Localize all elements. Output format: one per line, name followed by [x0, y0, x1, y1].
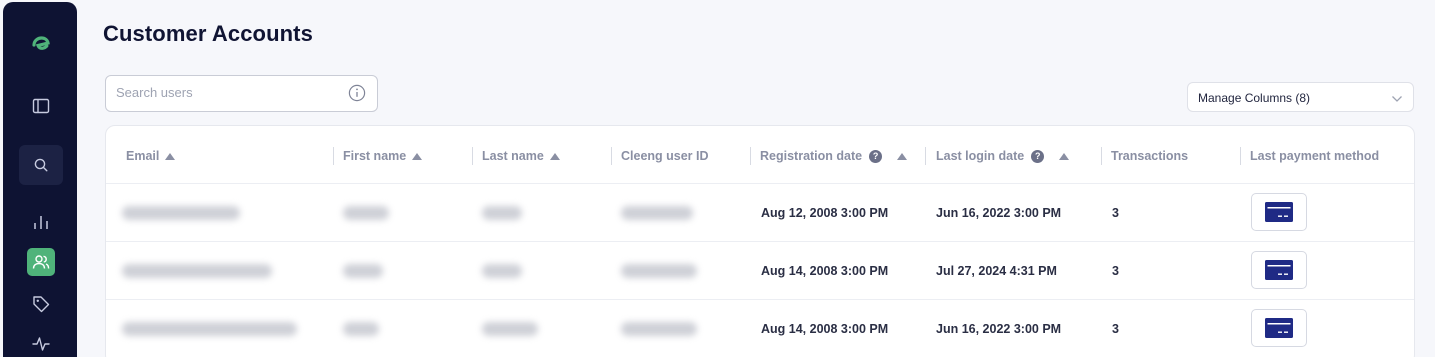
- redacted-last-name: [482, 264, 522, 278]
- help-icon[interactable]: ?: [1031, 149, 1045, 163]
- credit-card-icon: [1265, 202, 1293, 222]
- page-title: Customer Accounts: [103, 21, 313, 46]
- column-divider: [1101, 147, 1102, 165]
- column-header-registration-date[interactable]: Registration date?: [760, 149, 908, 163]
- search-input[interactable]: [116, 85, 341, 100]
- sort-asc-icon[interactable]: [165, 152, 176, 160]
- sort-asc-icon[interactable]: [412, 152, 423, 160]
- column-divider: [472, 147, 473, 165]
- column-header-transactions: Transactions: [1111, 149, 1189, 163]
- last-login-date-cell: Jun 16, 2022 3:00 PM: [936, 206, 1062, 220]
- row-divider: [106, 299, 1414, 300]
- sort-asc-icon[interactable]: [549, 152, 560, 160]
- chevron-down-icon: [1391, 92, 1403, 110]
- column-header-last-payment-method: Last payment method: [1250, 149, 1380, 163]
- sidebar: [3, 2, 77, 357]
- credit-card-icon: [1265, 260, 1293, 280]
- info-icon[interactable]: [348, 84, 366, 107]
- users-icon[interactable]: [27, 248, 55, 276]
- redacted-user-id: [621, 206, 693, 220]
- last-login-date-cell: Jun 16, 2022 3:00 PM: [936, 322, 1062, 336]
- help-icon[interactable]: ?: [869, 149, 883, 163]
- transactions-cell: 3: [1112, 322, 1119, 336]
- column-divider: [1240, 147, 1241, 165]
- redacted-last-name: [482, 322, 538, 336]
- registration-date-cell: Aug 14, 2008 3:00 PM: [761, 264, 889, 278]
- redacted-user-id: [621, 264, 697, 278]
- credit-card-icon: [1265, 318, 1293, 338]
- redacted-email: [122, 206, 240, 220]
- column-header-first-name[interactable]: First name: [343, 149, 423, 163]
- sort-asc-icon[interactable]: [1059, 152, 1070, 160]
- panel-icon[interactable]: [19, 86, 63, 126]
- header-divider: [106, 183, 1414, 184]
- redacted-user-id: [621, 322, 697, 336]
- last-login-date-cell: Jul 27, 2024 4:31 PM: [936, 264, 1057, 278]
- transactions-cell: 3: [1112, 206, 1119, 220]
- activity-icon[interactable]: [19, 324, 63, 357]
- payment-method-button[interactable]: [1251, 251, 1307, 289]
- registration-date-cell: Aug 12, 2008 3:00 PM: [761, 206, 889, 220]
- bar-chart-icon[interactable]: [19, 202, 63, 242]
- column-header-last-name[interactable]: Last name: [482, 149, 560, 163]
- redacted-email: [122, 264, 272, 278]
- search-box: [105, 75, 378, 112]
- column-divider: [611, 147, 612, 165]
- logo-icon[interactable]: [19, 24, 63, 64]
- payment-method-button[interactable]: [1251, 193, 1307, 231]
- redacted-first-name: [343, 264, 383, 278]
- column-header-cleeng-user-id: Cleeng user ID: [621, 149, 709, 163]
- manage-columns-label: Manage Columns (8): [1198, 91, 1311, 105]
- tag-icon[interactable]: [19, 284, 63, 324]
- column-divider: [750, 147, 751, 165]
- redacted-first-name: [343, 206, 389, 220]
- column-divider: [925, 147, 926, 165]
- payment-method-button[interactable]: [1251, 309, 1307, 347]
- column-header-email[interactable]: Email: [126, 149, 176, 163]
- redacted-last-name: [482, 206, 522, 220]
- column-header-last-login-date[interactable]: Last login date?: [936, 149, 1070, 163]
- customer-accounts-table: Email First name Last name Cleeng user I…: [105, 125, 1415, 357]
- redacted-email: [122, 322, 297, 336]
- sort-asc-icon[interactable]: [897, 152, 908, 160]
- row-divider: [106, 241, 1414, 242]
- manage-columns-dropdown[interactable]: Manage Columns (8): [1187, 82, 1414, 112]
- transactions-cell: 3: [1112, 264, 1119, 278]
- registration-date-cell: Aug 14, 2008 3:00 PM: [761, 322, 889, 336]
- search-icon[interactable]: [19, 145, 63, 185]
- redacted-first-name: [343, 322, 379, 336]
- column-divider: [333, 147, 334, 165]
